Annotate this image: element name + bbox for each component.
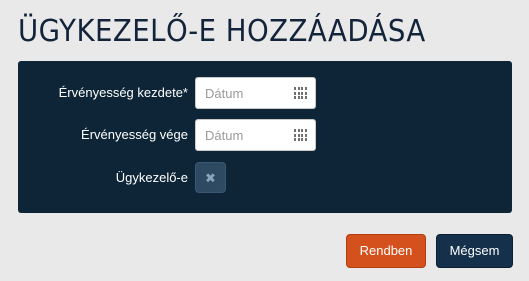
x-icon: ✖ xyxy=(205,170,216,185)
calendar-icon[interactable] xyxy=(294,129,307,141)
ok-button[interactable]: Rendben xyxy=(346,234,426,268)
calendar-icon[interactable] xyxy=(294,87,307,99)
valid-from-row: Érvényesség kezdete* xyxy=(18,77,512,109)
valid-from-input[interactable] xyxy=(196,78,295,108)
case-handler-label: Ügykezelő-e xyxy=(115,170,188,185)
valid-to-label: Érvényesség vége xyxy=(81,127,188,142)
valid-from-date-field[interactable] xyxy=(195,77,316,109)
valid-to-row: Érvényesség vége xyxy=(18,119,512,151)
cancel-button[interactable]: Mégsem xyxy=(436,234,513,268)
valid-to-input[interactable] xyxy=(196,120,295,150)
case-handler-toggle[interactable]: ✖ xyxy=(195,162,226,193)
valid-to-date-field[interactable] xyxy=(195,119,316,151)
form-panel: Érvényesség kezdete* Érvényesség vége Üg… xyxy=(18,61,512,213)
valid-from-label: Érvényesség kezdete* xyxy=(58,85,188,100)
dialog-title: ÜGYKEZELŐ-E HOZZÁADÁSA xyxy=(18,14,426,49)
case-handler-row: Ügykezelő-e ✖ xyxy=(18,162,512,194)
